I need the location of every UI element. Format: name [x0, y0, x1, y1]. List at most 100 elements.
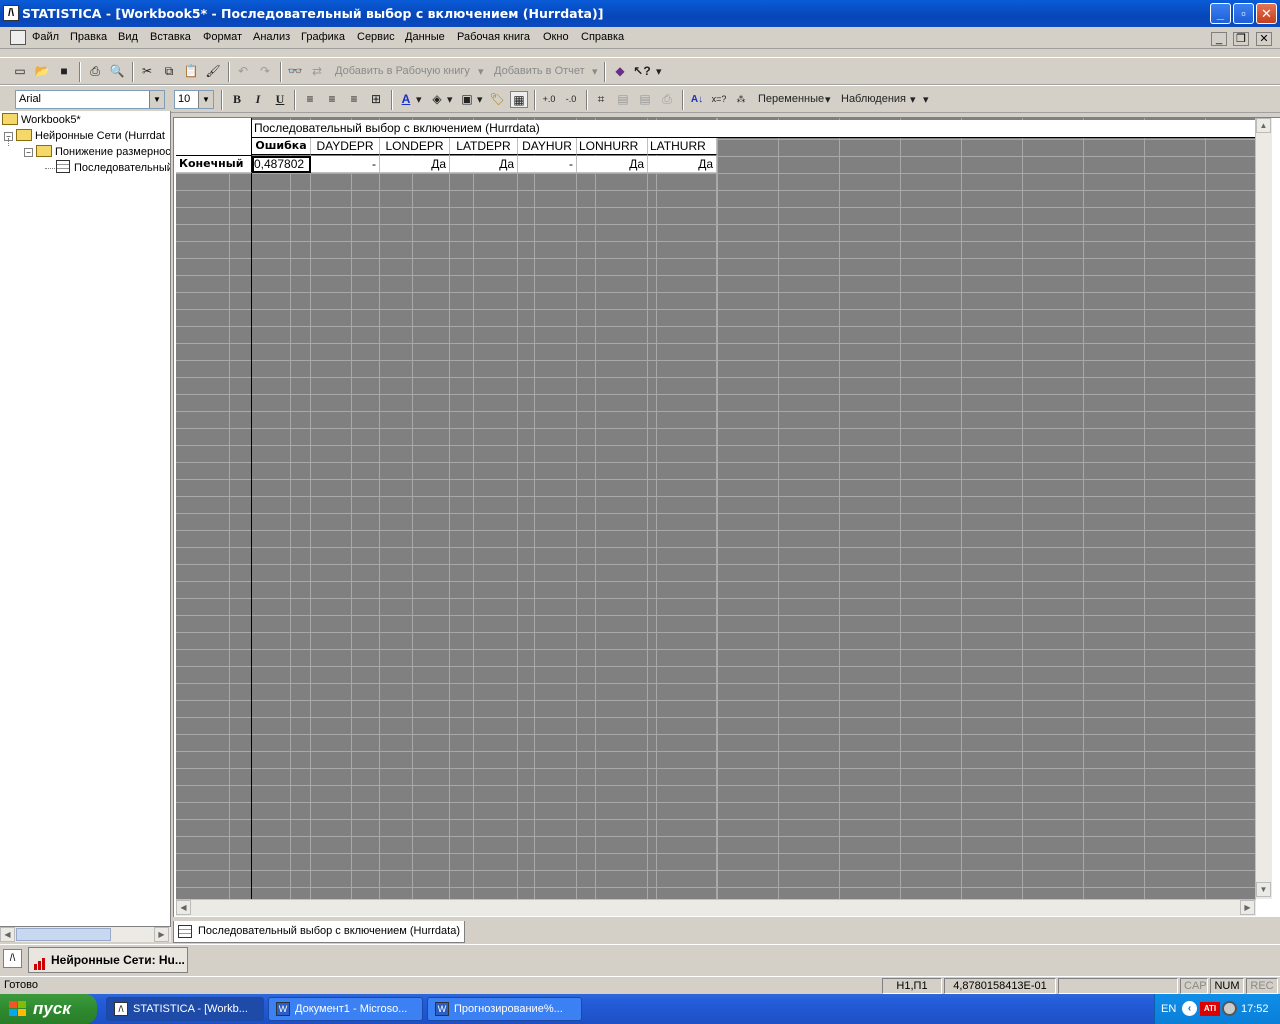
taskbar-item-forecasting-document[interactable]: W Прогнозирование%... — [427, 997, 582, 1021]
column-header-dayhur[interactable]: DAYHUR — [518, 138, 577, 155]
add-to-workbook-button[interactable]: Добавить в Рабочую книгу — [335, 65, 470, 77]
column-header-lathurr[interactable]: LATHURR — [648, 138, 717, 155]
graph-edit-disabled-icon[interactable]: ▤ — [636, 91, 654, 108]
column-header-latdepr[interactable]: LATDEPR — [450, 138, 518, 155]
redo-icon[interactable]: ↷ — [256, 63, 274, 80]
table-cell[interactable]: Да — [577, 156, 648, 173]
whats-this-help-icon[interactable]: ↖? — [633, 63, 651, 80]
open-folder-icon[interactable]: 📂 — [33, 63, 51, 80]
add-to-report-button[interactable]: Добавить в Отчет — [494, 65, 585, 77]
menu-data[interactable]: Данные — [405, 31, 445, 43]
align-center-icon[interactable]: ≡ — [323, 91, 341, 108]
align-right-icon[interactable]: ≡ — [345, 91, 363, 108]
sheet-tab[interactable]: Последовательный выбор с включением (Hur… — [173, 921, 465, 943]
gridlines-icon[interactable]: ▦ — [510, 91, 528, 108]
row-header-final[interactable]: Конечный — [176, 156, 252, 173]
table-cell[interactable]: - — [311, 156, 380, 173]
column-header-daydepr[interactable]: DAYDEPR — [311, 138, 380, 155]
add-to-report-dropdown-icon[interactable]: ▾ — [592, 65, 598, 78]
chevron-down-icon[interactable]: ▼ — [198, 91, 213, 108]
ati-tray-icon[interactable]: ATI — [1200, 1002, 1220, 1016]
clock[interactable]: 17:52 — [1241, 1003, 1269, 1015]
crop-icon[interactable]: ⌗ — [592, 91, 610, 108]
column-header-lonhurr[interactable]: LONHURR — [577, 138, 648, 155]
font-color-dropdown-icon[interactable]: ▾ — [416, 93, 422, 106]
menu-tools[interactable]: Сервис — [357, 31, 395, 43]
toolbar-options-icon[interactable]: ▾ — [923, 93, 929, 106]
scroll-left-icon[interactable]: ◀ — [176, 900, 191, 915]
spreadsheet-horizontal-scrollbar[interactable]: ◀ ▶ — [176, 899, 1256, 916]
tray-app-icon[interactable] — [1222, 1001, 1237, 1016]
align-left-icon[interactable]: ≡ — [301, 91, 319, 108]
copy-icon[interactable]: ⧉ — [160, 63, 178, 80]
statistica-app-icon[interactable]: /\ — [3, 5, 19, 21]
document-icon[interactable] — [10, 30, 26, 45]
cases-dropdown-icon[interactable]: ▾ — [910, 93, 916, 106]
scroll-right-icon[interactable]: ▶ — [154, 927, 169, 942]
toolbar-options-icon[interactable]: ▾ — [656, 65, 662, 78]
fill-color-dropdown-icon[interactable]: ▾ — [447, 93, 453, 106]
language-indicator[interactable]: EN — [1161, 1003, 1176, 1015]
printer-disabled-icon[interactable]: ⎙ — [658, 91, 676, 108]
underline-button[interactable]: U — [271, 91, 289, 108]
menu-format[interactable]: Формат — [203, 31, 242, 43]
menu-file[interactable]: Файл — [32, 31, 59, 43]
neural-networks-task-button[interactable]: Нейронные Сети: Hu... — [28, 947, 188, 973]
tree-node-dimension-reduction[interactable]: − Понижение размерност — [24, 144, 170, 160]
table-cell[interactable]: - — [518, 156, 577, 173]
variables-button[interactable]: Переменные — [758, 93, 824, 105]
menu-edit[interactable]: Правка — [70, 31, 107, 43]
tag-icon[interactable]: 🏷 — [488, 91, 506, 108]
borders-dropdown-icon[interactable]: ▾ — [477, 93, 483, 106]
paste-icon[interactable]: 📋 — [182, 63, 200, 80]
font-name-combo[interactable]: Arial ▼ — [15, 90, 165, 109]
sort-az-icon[interactable]: A↓ — [688, 91, 706, 108]
replace-icon[interactable]: ⇄ — [308, 63, 326, 80]
collapse-icon[interactable]: − — [24, 148, 33, 157]
taskbar-item-statistica[interactable]: /\ STATISTICA - [Workb... — [106, 997, 264, 1021]
taskbar-item-word-document[interactable]: W Документ1 - Microso... — [268, 997, 423, 1021]
transpose-icon[interactable]: ⁂ — [732, 91, 750, 108]
statistica-window-icon[interactable]: /\ — [3, 949, 22, 968]
menu-help[interactable]: Справка — [581, 31, 624, 43]
menu-window[interactable]: Окно — [543, 31, 569, 43]
tree-node-forward-selection[interactable]: Последовательный — [56, 160, 170, 176]
new-icon[interactable]: ▭ — [11, 63, 29, 80]
menu-graphics[interactable]: Графика — [301, 31, 345, 43]
undo-icon[interactable]: ↶ — [234, 63, 252, 80]
variables-dropdown-icon[interactable]: ▾ — [825, 93, 831, 106]
save-icon[interactable]: ■ — [55, 63, 73, 80]
book-icon[interactable]: ◆ — [611, 63, 629, 80]
chevron-down-icon[interactable]: ▼ — [149, 91, 164, 108]
xy-icon[interactable]: x=? — [710, 91, 728, 108]
table-cell[interactable]: Да — [450, 156, 518, 173]
decrease-decimal-icon[interactable]: -.0 — [562, 91, 580, 108]
spreadsheet-grid[interactable]: Последовательный выбор с включением (Hur… — [176, 118, 1256, 899]
menu-analysis[interactable]: Анализ — [253, 31, 290, 43]
bold-button[interactable]: B — [228, 91, 246, 108]
font-size-combo[interactable]: 10 ▼ — [174, 90, 214, 109]
graph-disabled-icon[interactable]: ▤ — [614, 91, 632, 108]
menu-view[interactable]: Вид — [118, 31, 138, 43]
minimize-button[interactable]: _ — [1210, 3, 1231, 24]
close-button[interactable]: ✕ — [1256, 3, 1277, 24]
maximize-button[interactable]: ▫ — [1233, 3, 1254, 24]
table-cell-error-value[interactable]: 0,487802 — [252, 156, 311, 173]
table-cell[interactable]: Да — [648, 156, 717, 173]
spreadsheet-vertical-scrollbar[interactable]: ▲ ▼ — [1255, 118, 1272, 899]
scroll-left-icon[interactable]: ◀ — [0, 927, 15, 942]
scroll-up-icon[interactable]: ▲ — [1256, 118, 1271, 133]
mdi-restore-button[interactable]: ❐ — [1233, 32, 1249, 46]
italic-button[interactable]: I — [249, 91, 267, 108]
tree-node-neural-networks[interactable]: − Нейронные Сети (Hurrdat — [4, 128, 165, 144]
tree-node-workbook[interactable]: Workbook5* — [2, 112, 81, 128]
scroll-right-icon[interactable]: ▶ — [1240, 900, 1255, 915]
scroll-down-icon[interactable]: ▼ — [1256, 882, 1271, 897]
merge-cells-icon[interactable]: ⊞ — [367, 91, 385, 108]
column-header-error[interactable]: Ошибка — [252, 138, 311, 155]
find-binoculars-icon[interactable]: 👓 — [286, 63, 304, 80]
start-button[interactable]: пуск — [0, 994, 97, 1024]
cases-button[interactable]: Наблюдения — [841, 93, 906, 105]
tray-expand-icon[interactable]: ‹ — [1182, 1001, 1197, 1016]
print-preview-icon[interactable]: 🔍 — [108, 63, 126, 80]
